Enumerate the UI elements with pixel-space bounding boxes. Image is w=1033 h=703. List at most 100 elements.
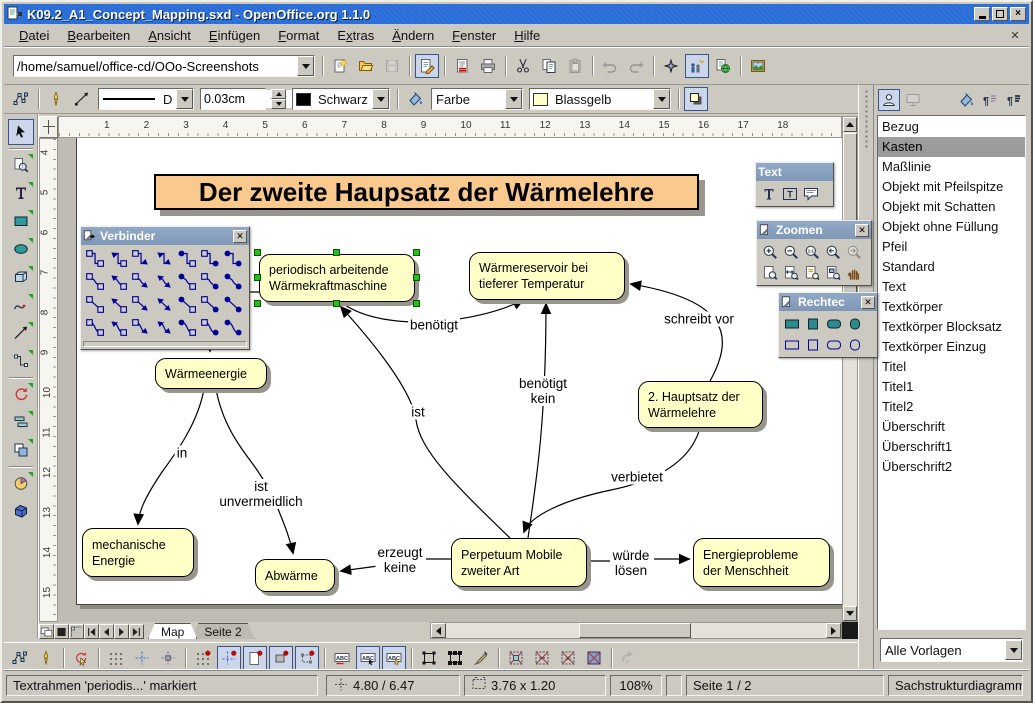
print-button[interactable]: [476, 54, 500, 78]
style-item-objekt-mit-schatten[interactable]: Objekt mit Schatten: [878, 197, 1025, 217]
first-page-button[interactable]: [84, 624, 99, 639]
connector-zig-variant-7-button[interactable]: [221, 270, 244, 293]
double-click-to-edit-text-button[interactable]: ABC: [382, 646, 406, 670]
horizontal-scroll-thumb[interactable]: [579, 623, 691, 638]
menu-datei[interactable]: Datei: [10, 26, 58, 45]
concept-node[interactable]: Perpetuum Mobilezweiter Art: [451, 538, 587, 587]
menu-extras[interactable]: Extras: [328, 26, 383, 45]
zoom-100-button[interactable]: 1:1: [801, 241, 822, 262]
menu-fenster[interactable]: Fenster: [443, 26, 505, 45]
rotate-tool[interactable]: [8, 381, 34, 407]
connector-line-variant-1-button[interactable]: [83, 293, 106, 316]
style-item--berschrift1[interactable]: Überschrift1: [878, 437, 1025, 457]
connector-line-variant-6-button[interactable]: [198, 293, 221, 316]
style-item-standard[interactable]: Standard: [878, 257, 1025, 277]
open-button[interactable]: [354, 54, 378, 78]
next-page-button[interactable]: [114, 624, 129, 639]
zoom-button[interactable]: [685, 54, 709, 78]
graphics-styles-button[interactable]: [878, 89, 900, 111]
zoom-tool[interactable]: [8, 152, 34, 178]
quick-edit-button[interactable]: ABC: [330, 646, 354, 670]
master-view-button[interactable]: [54, 624, 69, 639]
selection-handle[interactable]: [333, 249, 340, 256]
cut-button[interactable]: [511, 54, 535, 78]
connector-curve-variant-2-button[interactable]: [106, 316, 129, 339]
palette-resize-handle[interactable]: [83, 341, 247, 347]
snap-to-object-points-button[interactable]: [295, 646, 319, 670]
connector-step-variant-4-button[interactable]: [152, 247, 175, 270]
connector-label[interactable]: verbietet: [609, 470, 665, 485]
concept-node[interactable]: Abwärme: [255, 559, 335, 592]
close-button[interactable]: ×: [1010, 7, 1026, 21]
connector-zig-variant-3-button[interactable]: [129, 270, 152, 293]
connector-line-variant-4-button[interactable]: [152, 293, 175, 316]
selection-handle[interactable]: [254, 300, 261, 307]
selection-handle[interactable]: [413, 300, 420, 307]
connector-label[interactable]: in: [175, 446, 190, 461]
minimize-button[interactable]: [974, 7, 990, 21]
scroll-down-button[interactable]: [843, 606, 857, 621]
spin-down-button[interactable]: [271, 99, 286, 109]
scroll-left-button[interactable]: [431, 623, 446, 638]
style-filter-combo[interactable]: Alle Vorlagen: [880, 638, 1023, 662]
connector-curve-variant-4-button[interactable]: [152, 316, 175, 339]
square-outline-button[interactable]: [802, 334, 823, 355]
menu-bearbeiten[interactable]: Bearbeiten: [58, 26, 139, 45]
rotation-mode-button[interactable]: [69, 646, 93, 670]
line-color-combo[interactable]: Schwarz: [292, 88, 390, 110]
connector-line-variant-7-button[interactable]: [221, 293, 244, 316]
guides-when-moving-button[interactable]: [156, 646, 180, 670]
horizontal-scrollbar[interactable]: [430, 622, 842, 639]
drawing-canvas[interactable]: Der zweite Haupsatz der Wärmelehreperiod…: [58, 138, 842, 622]
connector-line-variant-3-button[interactable]: [129, 293, 152, 316]
area-dialog-button[interactable]: [403, 87, 427, 111]
direct-edit-button[interactable]: [34, 646, 58, 670]
line-color-dropdown-button[interactable]: [372, 89, 389, 109]
line-contour-only-button[interactable]: [582, 646, 606, 670]
style-item-text[interactable]: Text: [878, 277, 1025, 297]
rectangle-tool[interactable]: [8, 208, 34, 234]
concept-node[interactable]: periodisch arbeitendeWärmekraftmaschine: [259, 254, 415, 302]
scroll-right-button[interactable]: [826, 623, 841, 638]
connector-zig-variant-4-button[interactable]: [152, 270, 175, 293]
style-item-kasten[interactable]: Kasten: [878, 137, 1025, 157]
horizontal-ruler[interactable]: 123456789101112131415161718: [58, 116, 842, 138]
concept-node[interactable]: 2. Hauptsatz derWärmelehre: [638, 381, 763, 428]
text-placeholder-button[interactable]: ab: [556, 646, 580, 670]
arrow-style-button[interactable]: [70, 87, 94, 111]
close-document-icon[interactable]: ✕: [1007, 28, 1023, 43]
pan-button[interactable]: [843, 262, 864, 283]
connector-step-variant-5-button[interactable]: [175, 247, 198, 270]
rectangles-palette-titlebar[interactable]: Rechtec ✕: [779, 293, 877, 311]
line-width-field[interactable]: [200, 88, 266, 110]
fill-color-combo[interactable]: Blassgelb: [529, 88, 671, 110]
zoom-page-width-button[interactable]: [780, 262, 801, 283]
style-item--berschrift[interactable]: Überschrift: [878, 417, 1025, 437]
fill-color-dropdown-button[interactable]: [653, 89, 670, 109]
status-zoom[interactable]: 108%: [610, 675, 662, 696]
lines-arrows-tool[interactable]: [8, 320, 34, 346]
connector-label[interactable]: erzeugtkeine: [375, 545, 424, 575]
edit-points-mode-button[interactable]: [8, 646, 32, 670]
connector-step-variant-3-button[interactable]: [129, 247, 152, 270]
callout-button[interactable]: [800, 183, 821, 204]
text-palette-titlebar[interactable]: Text: [756, 163, 833, 181]
style-item-textk-rper-einzug[interactable]: Textkörper Einzug: [878, 337, 1025, 357]
ellipse-tool[interactable]: [8, 236, 34, 262]
snap-to-object-border-button[interactable]: [269, 646, 293, 670]
line-width-spinner[interactable]: [271, 89, 286, 109]
style-item--berschrift2[interactable]: Überschrift2: [878, 457, 1025, 477]
simple-handles-button[interactable]: [417, 646, 441, 670]
concept-node[interactable]: mechanischeEnergie: [82, 528, 194, 577]
select-tool[interactable]: [8, 119, 34, 145]
connector-label[interactable]: benötigtkein: [517, 376, 569, 406]
text-button[interactable]: [758, 183, 779, 204]
url-dropdown-button[interactable]: [297, 56, 314, 76]
line-dialog-button[interactable]: [44, 87, 68, 111]
arrange-tool[interactable]: [8, 437, 34, 463]
connector-zig-variant-5-button[interactable]: [175, 270, 198, 293]
vertical-scrollbar[interactable]: [842, 116, 858, 622]
close-palette-icon[interactable]: ✕: [233, 230, 247, 243]
curve-tool[interactable]: [8, 292, 34, 318]
previous-page-button[interactable]: [99, 624, 114, 639]
